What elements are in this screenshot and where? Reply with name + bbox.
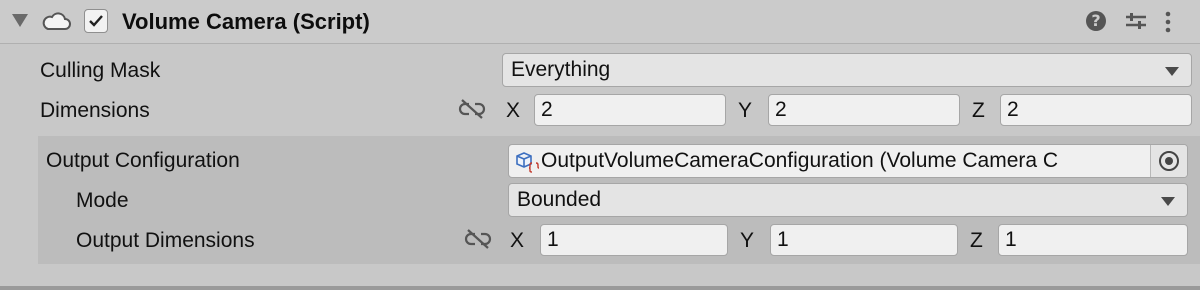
component-header[interactable]: Volume Camera (Script) ? xyxy=(0,0,1200,44)
output-dimensions-label: Output Dimensions xyxy=(76,229,255,252)
output-dimensions-x-field[interactable]: 1 xyxy=(540,224,728,256)
broken-link-icon[interactable] xyxy=(458,98,486,120)
dimensions-x-label: X xyxy=(506,99,521,122)
object-picker-button[interactable] xyxy=(1150,145,1187,177)
broken-link-icon[interactable] xyxy=(464,228,492,250)
output-configuration-label: Output Configuration xyxy=(46,149,240,172)
mode-value: Bounded xyxy=(517,188,602,211)
sliders-icon[interactable] xyxy=(1125,10,1147,32)
output-dimensions-y-field[interactable]: 1 xyxy=(770,224,958,256)
help-icon[interactable]: ? xyxy=(1086,11,1106,31)
output-dimensions-z-label: Z xyxy=(970,229,983,252)
cube-script-icon xyxy=(516,152,539,173)
dimensions-x-field[interactable]: 2 xyxy=(534,94,726,126)
dimensions-z-label: Z xyxy=(972,99,985,122)
cloud-script-icon xyxy=(42,12,71,30)
enabled-checkbox[interactable] xyxy=(84,9,108,33)
dropdown-arrow-icon xyxy=(1165,67,1179,76)
output-dimensions-x-label: X xyxy=(510,229,525,252)
component-title: Volume Camera (Script) xyxy=(122,9,370,34)
output-dimensions-y-label: Y xyxy=(740,229,755,252)
culling-mask-label: Culling Mask xyxy=(40,59,161,82)
culling-mask-dropdown[interactable]: Everything xyxy=(502,53,1192,87)
dropdown-arrow-icon xyxy=(1161,197,1175,206)
dimensions-z-field[interactable]: 2 xyxy=(1000,94,1192,126)
dimensions-y-label: Y xyxy=(738,99,753,122)
output-dimensions-z-field[interactable]: 1 xyxy=(998,224,1188,256)
mode-label: Mode xyxy=(76,189,129,212)
inspector-divider xyxy=(0,286,1200,290)
culling-mask-value: Everything xyxy=(511,58,611,81)
object-picker-icon xyxy=(1159,151,1179,171)
output-configuration-value: OutputVolumeCameraConfiguration (Volume … xyxy=(541,149,1059,172)
mode-dropdown[interactable]: Bounded xyxy=(508,183,1188,217)
dimensions-y-field[interactable]: 2 xyxy=(768,94,960,126)
output-configuration-object-field[interactable]: OutputVolumeCameraConfiguration (Volume … xyxy=(508,144,1188,178)
checkmark-icon xyxy=(89,15,103,27)
kebab-menu-icon[interactable] xyxy=(1164,11,1172,33)
foldout-triangle-icon[interactable] xyxy=(12,14,28,27)
dimensions-label: Dimensions xyxy=(40,99,150,122)
